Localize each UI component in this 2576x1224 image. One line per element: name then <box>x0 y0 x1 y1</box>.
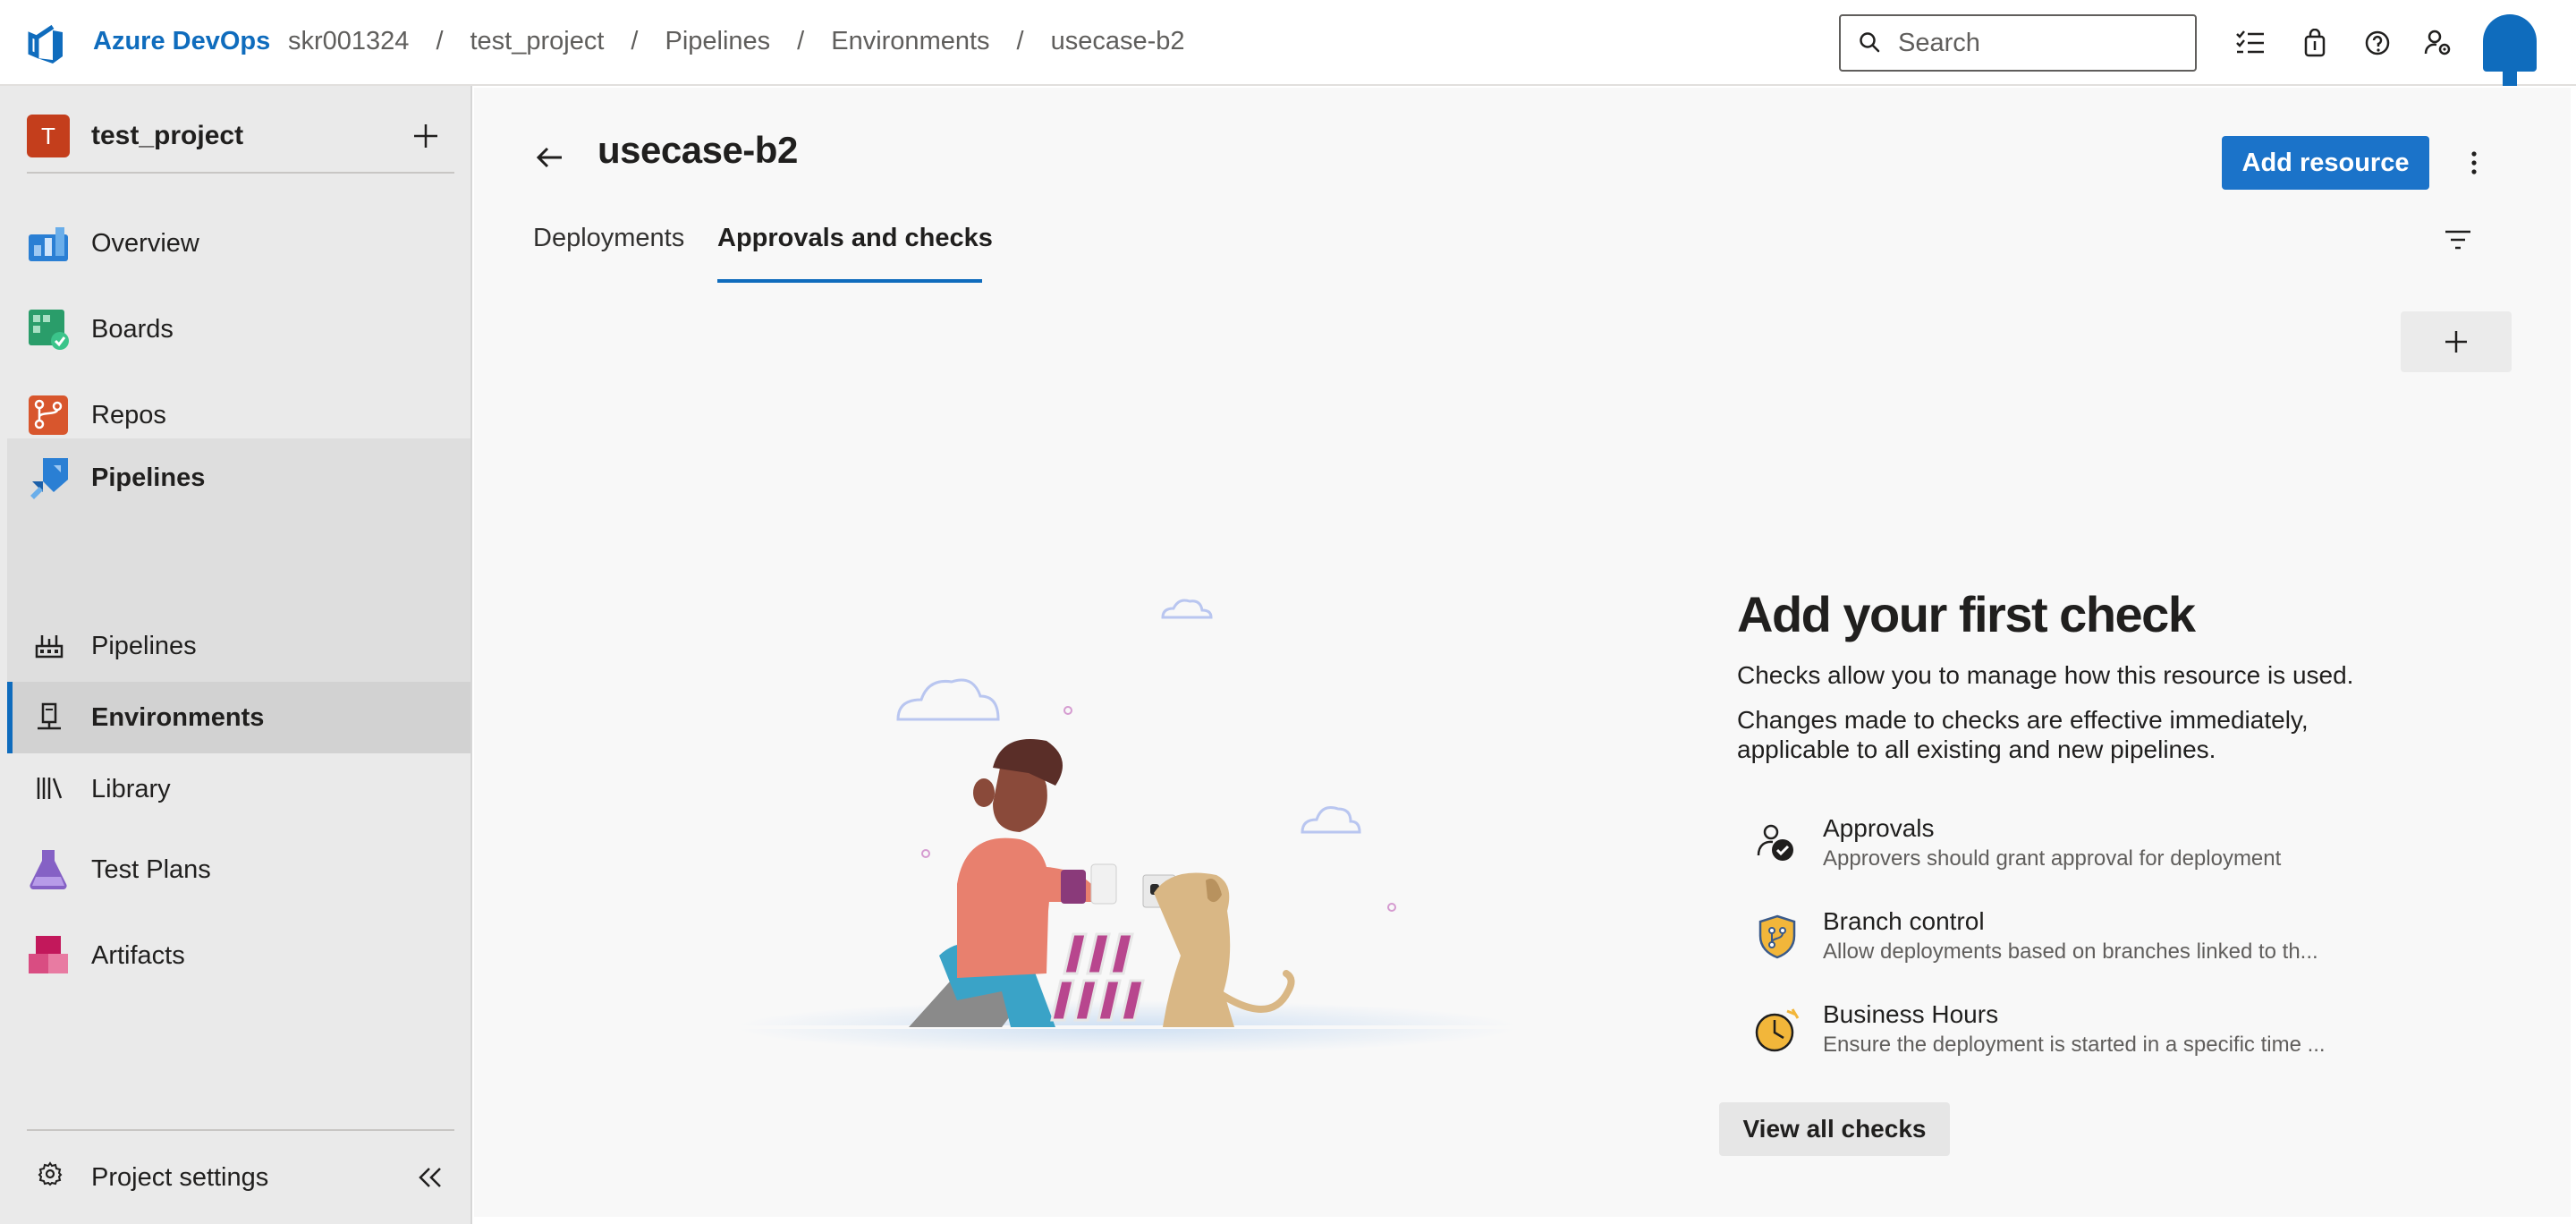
business-hours-icon <box>1755 1008 1800 1052</box>
divider <box>27 172 454 174</box>
sidebar-item-label: Environments <box>91 702 265 732</box>
check-description: Approvers should grant approval for depl… <box>1823 846 2282 871</box>
plus-icon <box>2445 331 2467 353</box>
sidebar-item-label: Overview <box>91 228 199 258</box>
filter-icon[interactable] <box>2442 224 2474 256</box>
project-settings-button[interactable]: Project settings <box>7 1142 470 1213</box>
breadcrumb-environments[interactable]: Environments <box>831 27 989 56</box>
top-bar: Azure DevOps skr001324 / test_project / … <box>0 0 2576 86</box>
approvals-icon <box>1757 824 1793 861</box>
library-icon <box>37 778 63 799</box>
project-name: test_project <box>91 121 244 150</box>
sidebar: T test_project Overview Boards Repos Pip… <box>0 86 472 1224</box>
sidebar-item-label: Pipelines <box>91 463 206 492</box>
check-approvals[interactable]: Approvals Approvers should grant approva… <box>1737 807 2417 879</box>
check-name: Branch control <box>1823 907 1985 935</box>
check-name: Approvals <box>1823 814 1935 842</box>
sidebar-item-label: Library <box>91 774 171 803</box>
divider <box>27 1129 454 1131</box>
breadcrumb-pipelines[interactable]: Pipelines <box>665 27 770 56</box>
breadcrumb-separator: / <box>436 27 444 55</box>
repos-icon <box>29 395 68 435</box>
artifacts-icon <box>29 936 68 973</box>
empty-state-note: Changes made to checks are effective imm… <box>1737 706 2309 763</box>
search-input[interactable] <box>1898 28 2193 58</box>
help-icon[interactable] <box>2361 27 2394 59</box>
add-check-button[interactable] <box>2401 311 2512 372</box>
check-description: Allow deployments based on branches link… <box>1823 939 2318 964</box>
pipelines-sub-icon <box>35 635 64 659</box>
environments-icon <box>38 702 61 730</box>
sidebar-item-label: Test Plans <box>91 854 211 884</box>
shopping-bag-icon[interactable] <box>2299 27 2331 59</box>
empty-state-description: Checks allow you to manage how this reso… <box>1737 661 2354 689</box>
sidebar-subitem-environments[interactable]: Environments <box>7 682 470 753</box>
breadcrumb-organization[interactable]: skr001324 <box>288 27 409 56</box>
sidebar-item-test-plans[interactable]: Test Plans <box>7 827 470 913</box>
breadcrumb-separator: / <box>631 27 639 55</box>
overview-icon <box>29 227 68 261</box>
search-box[interactable] <box>1839 14 2197 72</box>
sidebar-item-artifacts[interactable]: Artifacts <box>7 913 470 999</box>
active-tab-indicator <box>717 279 982 283</box>
tab-deployments[interactable]: Deployments <box>533 224 684 253</box>
task-list-icon[interactable] <box>2234 27 2267 59</box>
check-branch-control[interactable]: Branch control Allow deployments based o… <box>1737 900 2417 972</box>
sidebar-item-pipelines[interactable]: Pipelines <box>7 438 470 517</box>
main-content: usecase-b2 Add resource Deployments Appr… <box>474 88 2571 1217</box>
collapse-sidebar-icon[interactable] <box>417 1165 444 1190</box>
sidebar-item-boards[interactable]: Boards <box>7 286 470 372</box>
breadcrumb-project[interactable]: test_project <box>470 27 605 56</box>
empty-state-title: Add your first check <box>1737 586 2196 642</box>
sidebar-subitem-pipelines[interactable]: Pipelines <box>7 610 470 682</box>
add-icon[interactable] <box>411 122 440 150</box>
breadcrumb-separator: / <box>797 27 805 55</box>
branch-control-icon <box>1758 914 1796 959</box>
azure-devops-logo-icon[interactable] <box>27 23 68 64</box>
user-settings-icon[interactable] <box>2422 27 2454 59</box>
test-plans-icon <box>30 850 67 890</box>
sidebar-item-label: Project settings <box>91 1162 269 1192</box>
check-description: Ensure the deployment is started in a sp… <box>1823 1033 2326 1057</box>
search-icon <box>1860 32 1880 53</box>
view-all-checks-button[interactable]: View all checks <box>1719 1102 1950 1156</box>
breadcrumb-current[interactable]: usecase-b2 <box>1051 27 1185 56</box>
sidebar-item-label: Boards <box>91 314 174 344</box>
sidebar-item-overview[interactable]: Overview <box>7 200 470 286</box>
page-title: usecase-b2 <box>597 129 798 171</box>
project-header[interactable]: T test_project <box>27 113 454 159</box>
sidebar-item-label: Repos <box>91 400 166 429</box>
sidebar-item-label: Artifacts <box>91 940 185 970</box>
breadcrumb: skr001324 / test_project / Pipelines / E… <box>288 27 1185 56</box>
check-name: Business Hours <box>1823 1000 1999 1028</box>
pipelines-icon <box>30 458 68 499</box>
add-resource-button[interactable]: Add resource <box>2222 136 2429 190</box>
brand-name[interactable]: Azure DevOps <box>93 27 270 56</box>
tab-approvals-and-checks[interactable]: Approvals and checks <box>717 224 993 253</box>
more-options-icon[interactable] <box>2467 149 2481 177</box>
gear-icon <box>38 1161 63 1186</box>
boards-icon <box>29 310 69 350</box>
breadcrumb-separator: / <box>1016 27 1024 55</box>
avatar[interactable] <box>2483 14 2537 86</box>
back-arrow-icon[interactable] <box>533 141 565 174</box>
sidebar-subitem-library[interactable]: Library <box>7 753 470 825</box>
project-avatar: T <box>27 115 70 157</box>
selected-indicator <box>7 682 13 753</box>
empty-state-illustration <box>733 599 1521 1054</box>
check-business-hours[interactable]: Business Hours Ensure the deployment is … <box>1737 993 2417 1065</box>
sidebar-item-label: Pipelines <box>91 631 197 660</box>
